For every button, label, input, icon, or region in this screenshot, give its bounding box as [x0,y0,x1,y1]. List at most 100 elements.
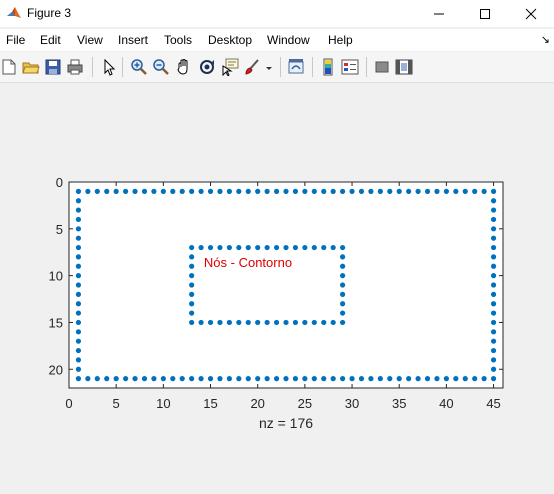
nonzero-marker [453,376,459,382]
insert-legend-icon[interactable] [341,58,359,76]
nonzero-marker [368,188,374,194]
nonzero-marker [349,376,355,382]
menu-help[interactable]: Help [328,33,353,47]
nonzero-marker [75,310,82,316]
nonzero-marker [226,188,232,194]
nonzero-marker [490,216,497,223]
nonzero-marker [283,319,289,326]
brush-dropdown-icon[interactable] [264,58,274,76]
menu-insert[interactable]: Insert [118,33,148,47]
nonzero-marker [490,235,497,241]
nonzero-marker [302,376,308,382]
nonzero-marker [415,188,421,194]
rotate-3d-icon[interactable] [198,58,216,76]
menu-desktop[interactable]: Desktop [208,33,252,47]
nonzero-marker [330,188,336,194]
nonzero-marker [104,188,110,194]
x-tick-label: 20 [250,396,264,411]
dock-figure-icon[interactable]: ↘ [541,33,550,46]
nonzero-marker [123,188,129,194]
menu-edit[interactable]: Edit [40,33,61,47]
new-figure-icon[interactable] [0,58,18,76]
nonzero-marker [321,188,327,194]
nonzero-marker [189,291,195,297]
nonzero-marker [207,376,214,382]
nonzero-marker [245,244,251,251]
nonzero-marker [141,188,148,194]
hide-plot-tools-icon[interactable] [373,58,391,76]
nonzero-marker [85,376,91,382]
nonzero-marker [424,188,431,194]
nonzero-marker [283,244,289,251]
nonzero-marker [75,198,82,204]
nonzero-marker [302,188,308,194]
nonzero-marker [217,319,223,326]
data-cursor-icon[interactable] [221,58,239,76]
nonzero-marker [255,319,261,326]
nonzero-marker [75,282,82,288]
link-plot-icon[interactable] [287,58,305,76]
edit-plot-icon[interactable] [100,58,118,76]
menu-view[interactable]: View [77,33,103,47]
nonzero-marker [311,319,317,326]
x-axis-label: nz = 176 [259,415,313,431]
nonzero-marker [151,188,157,194]
minimize-button[interactable] [416,0,462,27]
nonzero-marker [302,244,308,251]
figure-canvas[interactable]: 0 5 10 15 20 25 30 35 40 45 0 5 10 15 20 nz = 176 Nós… [0,83,554,494]
nonzero-marker [113,188,119,194]
nonzero-marker [340,291,346,297]
spy-plot[interactable]: 0 5 10 15 20 25 30 35 40 45 0 5 10 15 20 nz = 176 Nós… [0,83,554,494]
show-plot-tools-icon[interactable] [395,58,413,76]
zoom-out-icon[interactable] [152,58,170,76]
nonzero-marker [321,319,327,326]
nonzero-marker [415,376,421,382]
axes-box [68,181,504,389]
nonzero-marker [75,357,82,363]
nonzero-marker [264,376,270,382]
nonzero-marker [330,319,336,326]
maximize-button[interactable] [462,0,508,27]
x-tick-label: 45 [486,396,500,411]
nonzero-marker [226,319,232,326]
nonzero-marker [151,376,157,382]
nonzero-marker [462,376,468,382]
nonzero-marker [75,226,82,232]
brush-icon[interactable] [243,58,261,76]
figure-toolbar [0,52,554,83]
nonzero-marker [387,376,393,382]
nonzero-marker [94,376,100,382]
close-button[interactable] [508,0,554,27]
nonzero-marker [75,244,82,251]
nonzero-marker [141,376,148,382]
x-tick-label: 35 [392,396,406,411]
pan-icon[interactable] [175,58,193,76]
nonzero-marker [481,188,487,194]
x-tick-label: 15 [203,396,217,411]
nonzero-marker [443,188,449,194]
save-icon[interactable] [44,58,62,76]
nonzero-marker [226,376,232,382]
toolbar-separator [92,57,93,77]
nonzero-marker [490,226,497,232]
nonzero-marker [75,347,82,354]
menu-tools[interactable]: Tools [164,33,192,47]
print-icon[interactable] [66,58,84,76]
x-tick-label: 0 [65,396,72,411]
y-tick-label: 10 [49,269,63,284]
nonzero-marker [179,376,185,382]
nonzero-marker [189,188,195,194]
nonzero-marker [255,376,261,382]
toolbar-separator [280,57,281,77]
menu-window[interactable]: Window [267,33,310,47]
menu-file[interactable]: File [6,33,25,47]
nonzero-marker [490,273,497,279]
nonzero-marker [349,188,355,194]
nonzero-marker [207,319,214,326]
open-file-icon[interactable] [22,58,40,76]
nonzero-marker [255,244,261,251]
nonzero-marker [75,338,82,344]
insert-colorbar-icon[interactable] [319,58,337,76]
zoom-in-icon[interactable] [130,58,148,76]
nonzero-marker [490,282,497,288]
